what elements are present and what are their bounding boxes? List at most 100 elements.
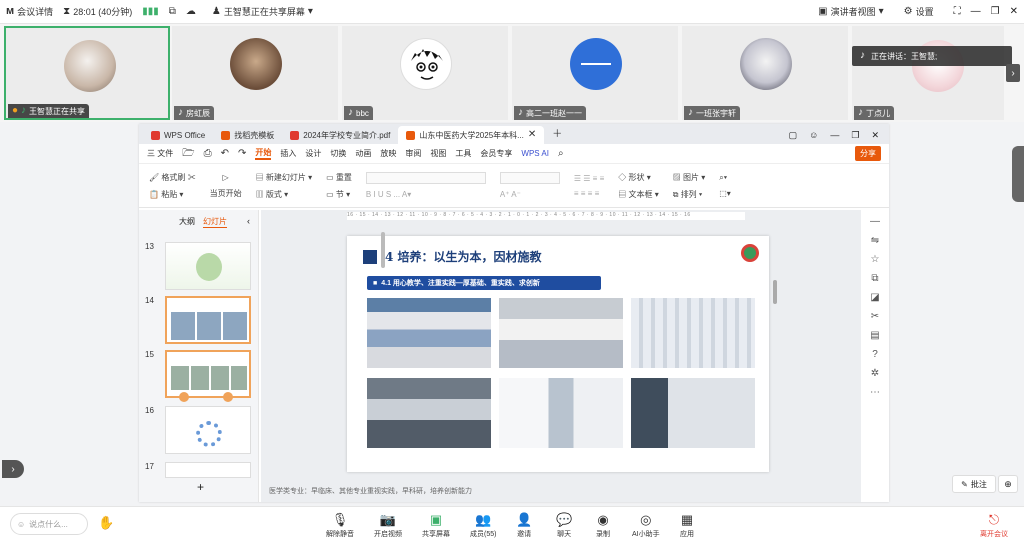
new-slide-button[interactable]: ▤ 新建幻灯片 ▾: [256, 172, 312, 183]
layout-icon[interactable]: ▤: [870, 330, 879, 341]
share-screen-button[interactable]: ▣ 共享屏幕: [422, 513, 450, 539]
menu-member[interactable]: 会员专享: [480, 148, 512, 159]
minimize-icon[interactable]: —: [830, 130, 839, 140]
window-tile-icon[interactable]: ▢: [789, 130, 798, 141]
menu-animation[interactable]: 动画: [355, 148, 371, 159]
menu-wps-ai[interactable]: WPS AI: [521, 149, 549, 158]
star-icon[interactable]: ☆: [871, 254, 880, 265]
tab-wps-office[interactable]: WPS Office: [143, 126, 213, 144]
minus-icon[interactable]: —: [870, 216, 880, 227]
menu-slideshow[interactable]: 放映: [380, 148, 396, 159]
close-icon[interactable]: ✕: [1010, 6, 1018, 17]
add-slide-icon[interactable]: +: [197, 480, 204, 494]
puzzle-icon[interactable]: ✲: [871, 368, 879, 379]
sharing-status[interactable]: ♟ 王智慧正在共享屏幕 ▾: [212, 5, 313, 18]
expand-panel-button[interactable]: ›: [2, 460, 24, 478]
start-video-button[interactable]: 📷 开启视频: [374, 513, 402, 539]
unmute-button[interactable]: 🎙 解除静音: [326, 513, 354, 539]
font-style-toolbar[interactable]: B I U S ... A▾: [366, 190, 486, 199]
strip-next-arrow[interactable]: ›: [1006, 64, 1020, 82]
reset-button[interactable]: ▭ 重置: [326, 172, 352, 183]
menu-file[interactable]: 三 文件: [147, 148, 173, 159]
format-brush-button[interactable]: 🖌 格式刷 ✂: [149, 172, 196, 183]
slide-thumbnail[interactable]: [165, 462, 251, 478]
tab-slides[interactable]: 幻灯片: [203, 216, 227, 228]
list-toolbar[interactable]: ☰ ☰ ≡ ≡: [574, 174, 604, 183]
slide-thumbnail-selected[interactable]: [165, 296, 251, 344]
select-icon[interactable]: ⬚▾: [719, 189, 731, 198]
restore-icon[interactable]: ❐: [991, 6, 1000, 17]
find-icon[interactable]: ⌕▾: [719, 173, 731, 183]
members-button[interactable]: 👥 成员(55): [470, 513, 496, 539]
font-size-select[interactable]: [499, 172, 560, 184]
adjust-icon[interactable]: ⇋: [871, 235, 879, 246]
menu-tools[interactable]: 工具: [455, 148, 471, 159]
raise-hand-icon[interactable]: ✋: [98, 515, 114, 531]
tab-ppt[interactable]: 山东中医药大学2025年本科... ✕: [398, 126, 545, 144]
shape-icon[interactable]: ◪: [870, 292, 879, 303]
collapse-panel-icon[interactable]: ‹: [247, 216, 250, 226]
menu-review[interactable]: 审阅: [405, 148, 421, 159]
slide-thumbnail[interactable]: [165, 406, 251, 454]
speaker-view-button[interactable]: ▣ 演讲者视图 ▾: [818, 5, 884, 18]
menu-insert[interactable]: 插入: [280, 148, 296, 159]
copy-icon[interactable]: ⧉: [871, 273, 878, 284]
slide[interactable]: 4 培养：以生为本，因材施教 ■ 4.1 用心教学、注重实践—厚基础、重实践、求…: [347, 236, 769, 472]
chat-input[interactable]: ☺ 说点什么...: [10, 513, 88, 535]
more-icon[interactable]: ⋯: [870, 387, 880, 398]
play-icon[interactable]: [179, 392, 189, 402]
cloud-icon[interactable]: ☁: [186, 6, 196, 17]
menu-view[interactable]: 视图: [430, 148, 446, 159]
slide-thumbnail[interactable]: [165, 350, 251, 402]
redo-icon[interactable]: ↷: [238, 148, 246, 159]
textbox-button[interactable]: ▤ 文本框 ▾: [618, 189, 658, 200]
zoom-in-icon[interactable]: ⊕: [998, 475, 1018, 493]
fullscreen-icon[interactable]: ⛶: [954, 6, 961, 17]
participant-tile[interactable]: ● ♪ 王智慧正在共享: [4, 26, 170, 120]
menu-home[interactable]: 开始: [255, 147, 272, 160]
close-icon[interactable]: ✕: [528, 130, 536, 140]
invite-button[interactable]: 👤 邀请: [516, 513, 532, 539]
undo-icon[interactable]: ↶: [221, 148, 229, 159]
align-toolbar[interactable]: ≡ ≡ ≡ ≡: [574, 189, 604, 198]
scrollbar[interactable]: [773, 280, 777, 304]
side-panel-handle[interactable]: [1012, 146, 1024, 202]
menu-transition[interactable]: 切换: [330, 148, 346, 159]
user-icon[interactable]: ☺: [809, 130, 818, 140]
ai-assistant-button[interactable]: ◎ AI小助手: [632, 513, 660, 539]
tools-icon[interactable]: ✂: [871, 311, 879, 322]
close-icon[interactable]: ✕: [871, 130, 879, 141]
tab-outline[interactable]: 大纲: [179, 216, 195, 228]
arrange-button[interactable]: ⧉ 排列 ▾: [673, 189, 705, 200]
add-icon[interactable]: [223, 392, 233, 402]
image-button[interactable]: ▨ 图片 ▾: [673, 172, 705, 183]
leave-meeting-button[interactable]: ⎋ 离开会议: [980, 513, 1008, 539]
restore-icon[interactable]: ❐: [851, 130, 859, 141]
participant-tile[interactable]: ♪ 高二一班赵一一: [512, 26, 678, 120]
speaker-notes[interactable]: 医学类专业：早临床、其他专业重视实践，早科研，培养创新能力: [269, 486, 472, 496]
tab-template[interactable]: 找稻壳模板: [213, 126, 282, 144]
annotate-button[interactable]: ✎ 批注: [952, 475, 996, 493]
minimize-icon[interactable]: —: [971, 6, 981, 17]
font-size-toolbar[interactable]: A⁺ A⁻: [500, 190, 560, 199]
shape-button[interactable]: ◇ 形状 ▾: [618, 172, 658, 183]
new-tab-button[interactable]: ＋: [544, 126, 570, 144]
paste-button[interactable]: 📋 粘贴 ▾: [149, 189, 196, 200]
apps-button[interactable]: ▦ 应用: [680, 513, 694, 539]
thumb-scrollbar[interactable]: [381, 232, 385, 268]
chat-button[interactable]: 💬 聊天: [556, 513, 572, 539]
search-icon[interactable]: ⌕: [558, 148, 564, 159]
tab-pdf[interactable]: 2024年学校专业简介.pdf: [282, 126, 398, 144]
print-icon[interactable]: ⎙: [204, 148, 212, 159]
participant-tile[interactable]: ♪ bbc: [342, 26, 508, 120]
meeting-details-button[interactable]: ᴍ 会议详情: [6, 5, 53, 18]
external-link-icon[interactable]: ⧉: [169, 6, 176, 17]
record-button[interactable]: ◉ 录制: [596, 513, 610, 539]
menu-design[interactable]: 设计: [305, 148, 321, 159]
help-icon[interactable]: ?: [872, 349, 878, 360]
slide-thumbnail[interactable]: [165, 242, 251, 290]
font-family-select[interactable]: [365, 172, 486, 184]
share-button[interactable]: 分享: [855, 146, 881, 161]
participant-tile[interactable]: ♪ 一班张宇轩: [682, 26, 848, 120]
from-current-button[interactable]: 当页开始: [210, 188, 242, 199]
